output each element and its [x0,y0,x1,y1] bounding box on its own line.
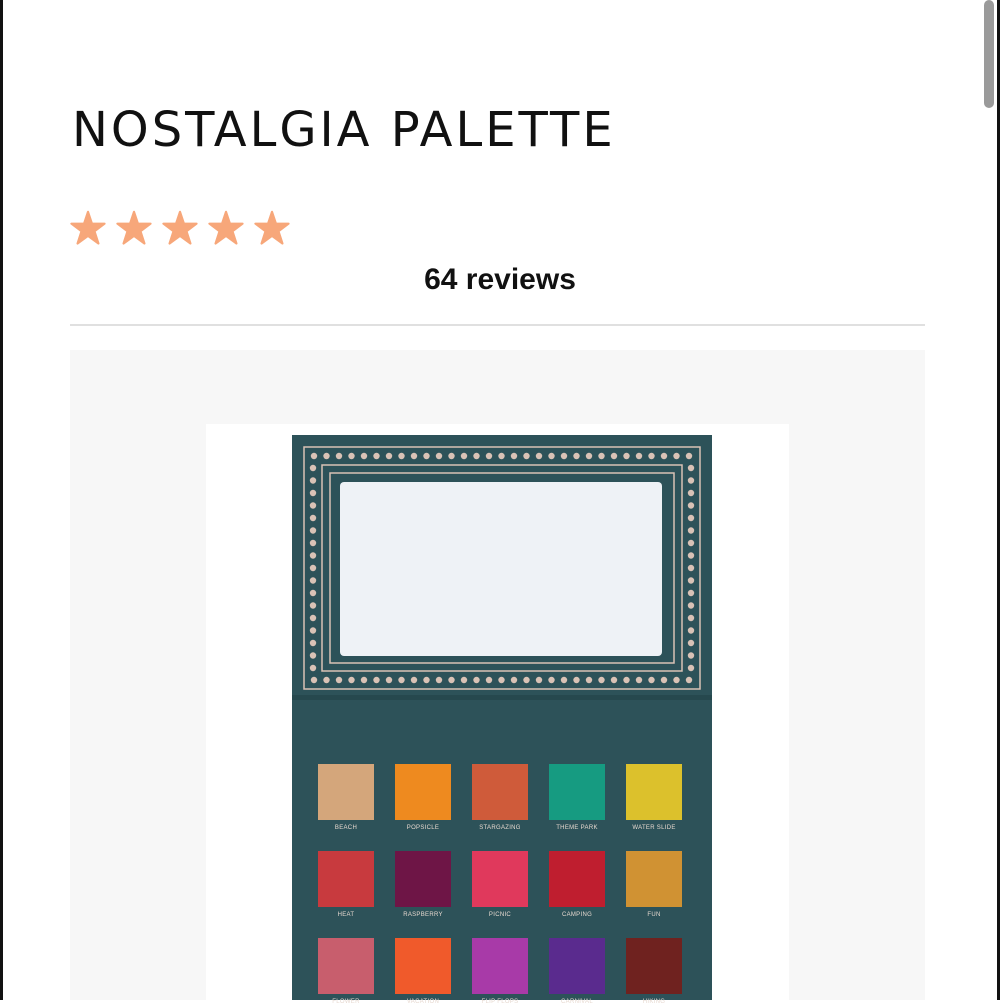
scrollbar-thumb[interactable] [984,0,994,108]
shade-name: FLOWER [332,999,360,1005]
star-icon [162,210,198,245]
shade-pan: POPSICLE [395,764,451,832]
shade-name: HEAT [337,912,355,918]
shade-pan: HEAT [318,851,374,919]
shade-pan: HIKING [626,938,682,1006]
shade-name: CAMPING [561,912,593,918]
shade-pan: CAMPING [549,851,605,919]
star-icon [208,210,244,245]
shade-swatch [395,938,451,994]
shade-name: CARNIVAL [561,999,593,1005]
reviews-count-link[interactable]: 64 reviews [0,260,1000,300]
shade-name: WATER SLIDE [632,825,676,831]
shade-swatch [395,764,451,820]
window-edge-left [0,0,3,1000]
product-title: NOSTALGIA PALETTE [72,102,616,158]
shade-swatch [472,938,528,994]
shade-swatch [549,938,605,994]
shade-pan: BEACH [318,764,374,832]
shade-swatch [549,764,605,820]
shade-swatch [472,851,528,907]
shade-name: BEACH [334,825,358,831]
shade-name: RASPBERRY [403,912,443,918]
shade-pan: FLIP FLOPS [472,938,528,1006]
shade-pan: CARNIVAL [549,938,605,1006]
shade-pan: RASPBERRY [395,851,451,919]
star-icon [70,210,106,245]
star-icon [116,210,152,245]
shade-name: POPSICLE [406,825,440,831]
star-rating[interactable] [70,210,290,246]
shade-name: THEME PARK [556,825,598,831]
shade-pan: STARGAZING [472,764,528,832]
shade-swatch [472,764,528,820]
shade-grid: BEACH POPSICLE STARGAZING THEME PARK WATER S… [318,764,682,1006]
shade-swatch [318,764,374,820]
palette-mirror [340,482,662,656]
shade-pan: FUN [626,851,682,919]
shade-name: VACATION [406,999,440,1005]
shade-name: FUN [647,912,661,918]
shade-swatch [626,851,682,907]
shade-name: HIKING [642,999,666,1005]
shade-pan: THEME PARK [549,764,605,832]
shade-swatch [549,851,605,907]
shade-swatch [395,851,451,907]
shade-swatch [626,938,682,994]
star-icon [254,210,290,245]
shade-pan: WATER SLIDE [626,764,682,832]
shade-name: FLIP FLOPS [481,999,519,1005]
shade-pan: VACATION [395,938,451,1006]
shade-swatch [626,764,682,820]
shade-pan: FLOWER [318,938,374,1006]
shade-name: PICNIC [488,912,512,918]
shade-name: STARGAZING [479,825,521,831]
divider [70,324,925,326]
shade-swatch [318,851,374,907]
shade-swatch [318,938,374,994]
shade-pan: PICNIC [472,851,528,919]
